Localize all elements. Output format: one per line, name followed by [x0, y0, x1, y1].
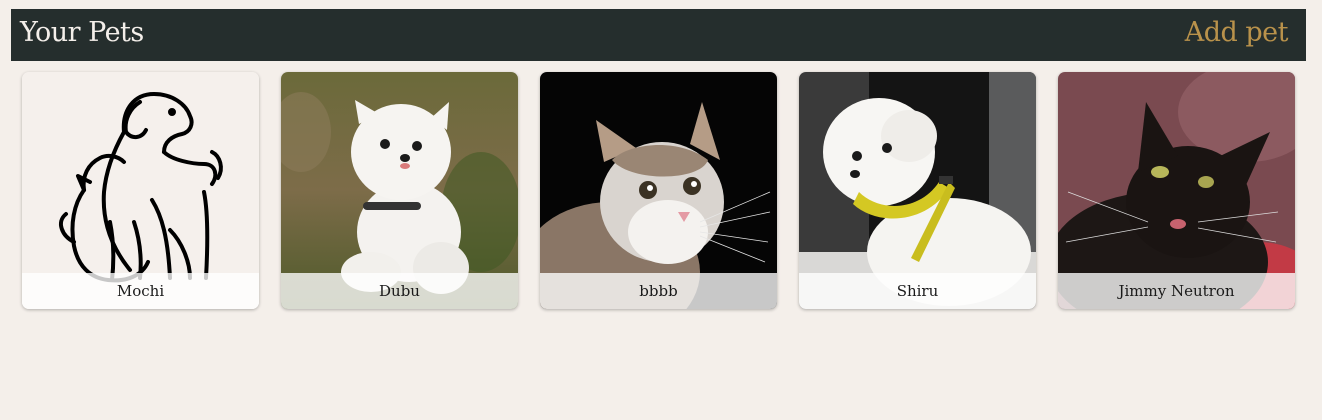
- pet-name: bbbb: [639, 282, 678, 300]
- pet-card-mochi[interactable]: Mochi: [22, 72, 259, 309]
- pet-card-grid: Mochi Dubu bbbb Shiru Jimmy Neutron: [22, 72, 1312, 312]
- pet-name: Dubu: [379, 282, 420, 300]
- pet-card-dubu[interactable]: Dubu: [281, 72, 518, 309]
- pet-name: Mochi: [116, 282, 165, 300]
- pet-card-shiru[interactable]: Shiru: [799, 72, 1036, 309]
- page-title: Your Pets: [20, 17, 144, 48]
- pet-card-bbbb[interactable]: bbbb: [540, 72, 777, 309]
- add-pet-button[interactable]: Add pet: [1185, 17, 1289, 48]
- pet-name: Shiru: [896, 282, 939, 300]
- pet-name: Jimmy Neutron: [1118, 282, 1235, 300]
- pet-card-jimmy-neutron[interactable]: Jimmy Neutron: [1058, 72, 1295, 309]
- header-bar: Your Pets Add pet: [11, 9, 1306, 61]
